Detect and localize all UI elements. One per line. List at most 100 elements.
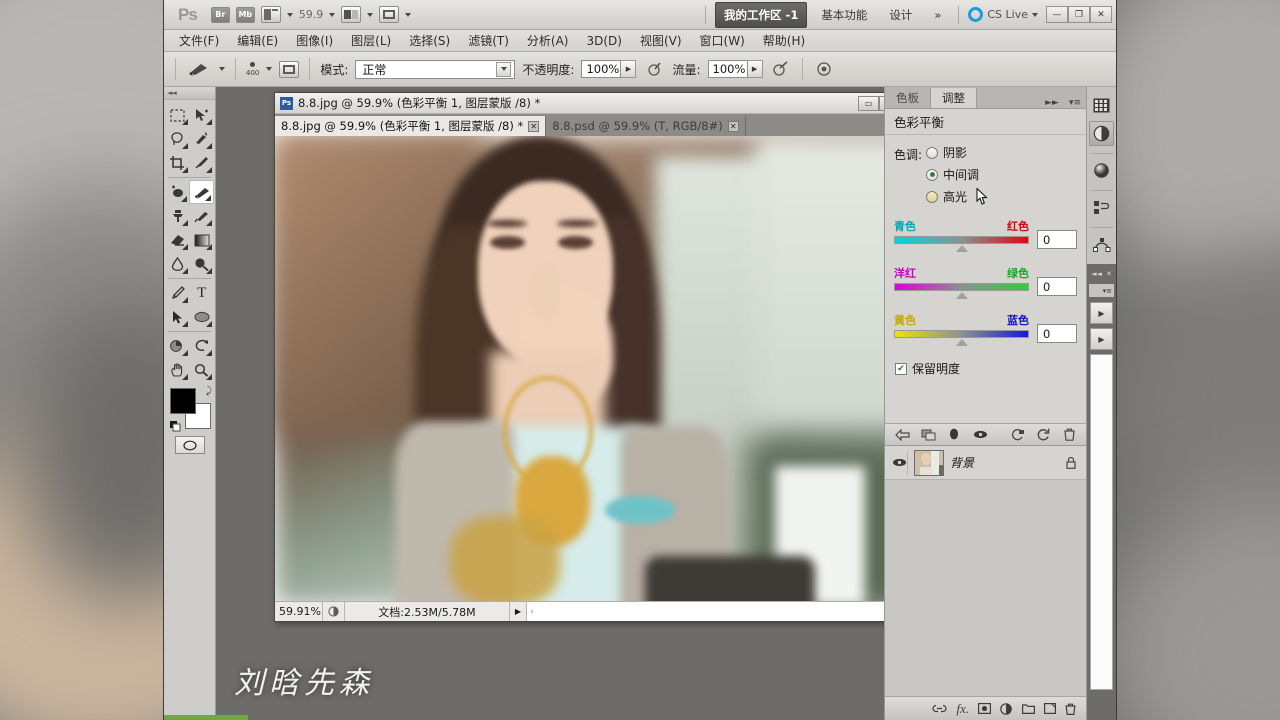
view-extras-chevron-down-icon[interactable] <box>405 12 412 17</box>
reset-adjustment-icon[interactable] <box>1030 425 1056 445</box>
menu-edit[interactable]: 编辑(E) <box>228 30 287 51</box>
document-tab-jpg-close-icon[interactable]: ✕ <box>528 120 540 132</box>
app-close-button[interactable]: ✕ <box>1090 6 1112 23</box>
styles-panel-icon[interactable] <box>1089 158 1114 183</box>
crop-tool[interactable] <box>165 151 190 175</box>
image-canvas[interactable]: ▲ ▼ <box>275 136 923 601</box>
slider-magenta-green-track[interactable] <box>894 283 1029 291</box>
cs-live-button[interactable]: CS Live <box>968 7 1038 22</box>
toggle-brush-panel-icon[interactable] <box>279 60 300 78</box>
hand-tool[interactable] <box>165 358 190 382</box>
eyedropper-tool[interactable] <box>190 151 215 175</box>
document-tab-psd-close-icon[interactable]: ✕ <box>727 120 739 132</box>
zoom-tool[interactable] <box>190 358 215 382</box>
workspace-essentials[interactable]: 基本功能 <box>813 3 875 27</box>
screen-mode-icon[interactable] <box>341 6 362 23</box>
menu-window[interactable]: 窗口(W) <box>691 30 754 51</box>
tab-swatches[interactable]: 色板 <box>885 88 930 108</box>
workspace-my-workspace[interactable]: 我的工作区 -1 <box>715 1 808 28</box>
rail-expand-button-1[interactable]: ▶ <box>1090 302 1113 324</box>
pen-tool[interactable] <box>165 281 190 305</box>
panel-menu-icon[interactable]: ▾≡ <box>1064 98 1086 108</box>
opacity-value[interactable]: 100% <box>581 60 622 78</box>
zoom-level-value[interactable]: 59.9 <box>299 8 324 21</box>
flow-value[interactable]: 100% <box>707 60 748 78</box>
add-layer-mask-icon[interactable] <box>978 703 991 714</box>
slider-magenta-green-value[interactable]: 0 <box>1037 277 1077 296</box>
path-selection-tool[interactable] <box>165 305 190 329</box>
delete-layer-icon[interactable] <box>1065 703 1076 715</box>
view-extras-icon[interactable] <box>379 6 400 23</box>
app-restore-button[interactable]: ❐ <box>1068 6 1090 23</box>
link-layers-icon[interactable] <box>932 704 947 713</box>
menu-3d[interactable]: 3D(D) <box>577 32 630 50</box>
brush-tool[interactable] <box>189 180 214 204</box>
rail-panel-menu-icon[interactable]: ▾≡ <box>1089 284 1114 297</box>
preserve-luminosity-checkbox[interactable]: ✔ <box>895 362 907 375</box>
document-minimize-button[interactable]: ▭ <box>858 95 879 111</box>
opacity-pressure-icon[interactable] <box>643 59 665 79</box>
swap-colors-icon[interactable]: ⤸ <box>206 386 212 397</box>
layer-row-background[interactable]: 背景 <box>885 446 1086 480</box>
status-zoom-value[interactable]: 59.91% <box>275 602 323 621</box>
layer-thumbnail[interactable] <box>914 449 944 476</box>
opacity-stepper-icon[interactable]: ▶ <box>621 60 637 78</box>
brush-size-chevron-down-icon[interactable] <box>266 67 273 71</box>
dodge-tool[interactable] <box>190 252 215 276</box>
slider-yellow-blue-value[interactable]: 0 <box>1037 324 1077 343</box>
preserve-luminosity-row[interactable]: ✔ 保留明度 <box>895 360 1077 377</box>
lasso-tool[interactable] <box>165 127 190 151</box>
brush-size-indicator[interactable]: 400 <box>246 61 259 77</box>
menu-layer[interactable]: 图层(L) <box>342 30 400 51</box>
layers-empty-area[interactable] <box>885 480 1086 696</box>
toggle-visibility-icon[interactable] <box>941 425 967 445</box>
menu-view[interactable]: 视图(V) <box>631 30 691 51</box>
layer-style-fx-icon[interactable]: fx. <box>956 701 969 717</box>
tab-adjustments[interactable]: 调整 <box>930 88 977 108</box>
color-panel-icon[interactable] <box>1089 93 1114 118</box>
rail-collapse-icon[interactable]: ◄◄ <box>1091 270 1102 278</box>
slider-cyan-red-track[interactable] <box>894 236 1029 244</box>
menu-analysis[interactable]: 分析(A) <box>518 30 578 51</box>
slider-yellow-blue-track[interactable] <box>894 330 1029 338</box>
return-to-adjustment-list-icon[interactable] <box>889 425 915 445</box>
foreground-color-swatch[interactable] <box>170 388 196 414</box>
screen-mode-chevron-down-icon[interactable] <box>367 12 374 17</box>
menu-help[interactable]: 帮助(H) <box>754 30 814 51</box>
slider-yellow-blue-handle[interactable] <box>955 339 968 346</box>
document-tab-jpg[interactable]: 8.8.jpg @ 59.9% (色彩平衡 1, 图层蒙版 /8) * ✕ <box>275 116 547 136</box>
history-brush-tool[interactable] <box>190 204 215 228</box>
shape-tool[interactable] <box>190 305 215 329</box>
history-panel-icon[interactable] <box>1089 195 1114 220</box>
menu-select[interactable]: 选择(S) <box>400 30 459 51</box>
tone-option-shadows[interactable]: 阴影 <box>926 144 989 161</box>
airbrush-toggle-icon[interactable] <box>770 59 792 79</box>
blend-mode-select[interactable]: 正常 <box>355 59 516 79</box>
tone-option-midtones[interactable]: 中间调 <box>926 166 989 183</box>
blend-mode-chevron-down-icon[interactable] <box>496 61 512 77</box>
panel-collapse-icon[interactable]: ►► <box>1040 98 1064 108</box>
arrange-chevron-down-icon[interactable] <box>286 12 293 17</box>
preview-toggle-icon[interactable] <box>1004 425 1030 445</box>
slider-cyan-red-value[interactable]: 0 <box>1037 230 1077 249</box>
new-adjustment-layer-icon[interactable] <box>1000 702 1013 715</box>
blur-tool[interactable] <box>165 252 190 276</box>
video-progress-bar[interactable] <box>164 715 248 720</box>
slider-cyan-red-handle[interactable] <box>955 245 968 252</box>
spot-healing-brush-tool[interactable] <box>165 180 189 204</box>
workspace-more-icon[interactable]: » <box>926 4 949 26</box>
new-layer-icon[interactable] <box>1044 703 1056 714</box>
marquee-tool[interactable] <box>165 103 190 127</box>
adjustments-panel-icon[interactable] <box>1089 121 1114 146</box>
brush-preset-icon[interactable] <box>186 58 212 80</box>
menu-filter[interactable]: 滤镜(T) <box>459 30 518 51</box>
radio-highlights-icon[interactable] <box>926 190 939 203</box>
menu-image[interactable]: 图像(I) <box>287 30 342 51</box>
delete-adjustment-icon[interactable] <box>1056 425 1082 445</box>
radio-midtones-icon[interactable] <box>926 168 939 181</box>
tone-option-highlights[interactable]: 高光 <box>926 188 989 205</box>
paths-panel-icon[interactable] <box>1089 232 1114 257</box>
preview-eye-icon[interactable] <box>967 425 993 445</box>
workspace-design[interactable]: 设计 <box>881 3 920 27</box>
move-tool[interactable] <box>190 103 215 127</box>
